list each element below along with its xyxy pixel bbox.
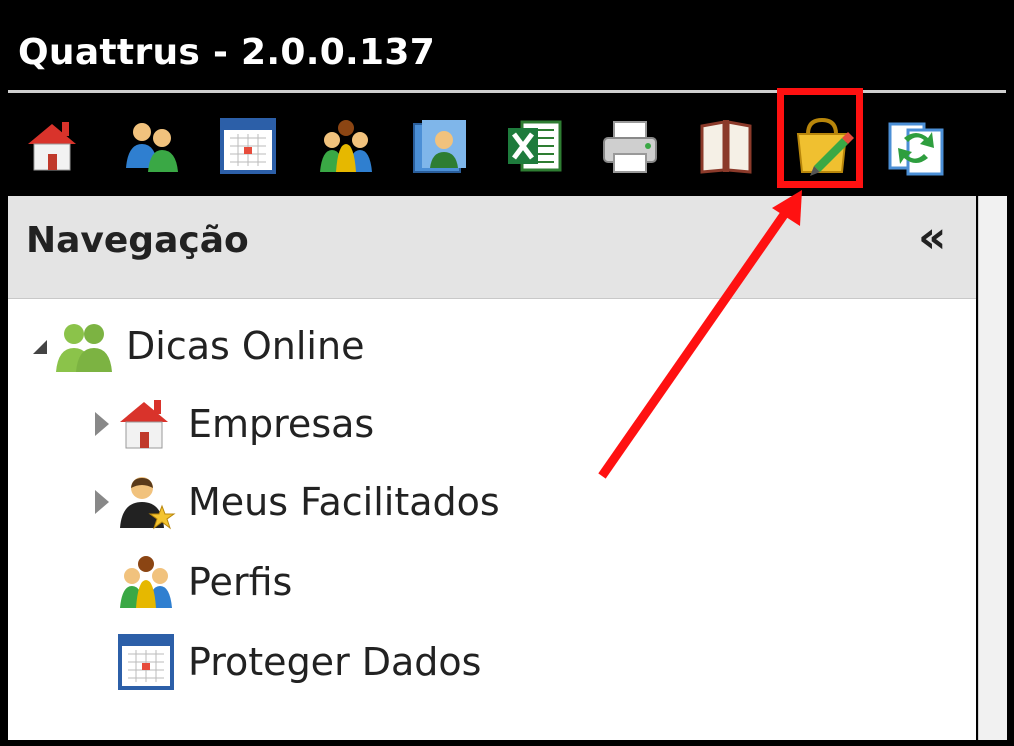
annotation-arrow: [598, 190, 802, 479]
